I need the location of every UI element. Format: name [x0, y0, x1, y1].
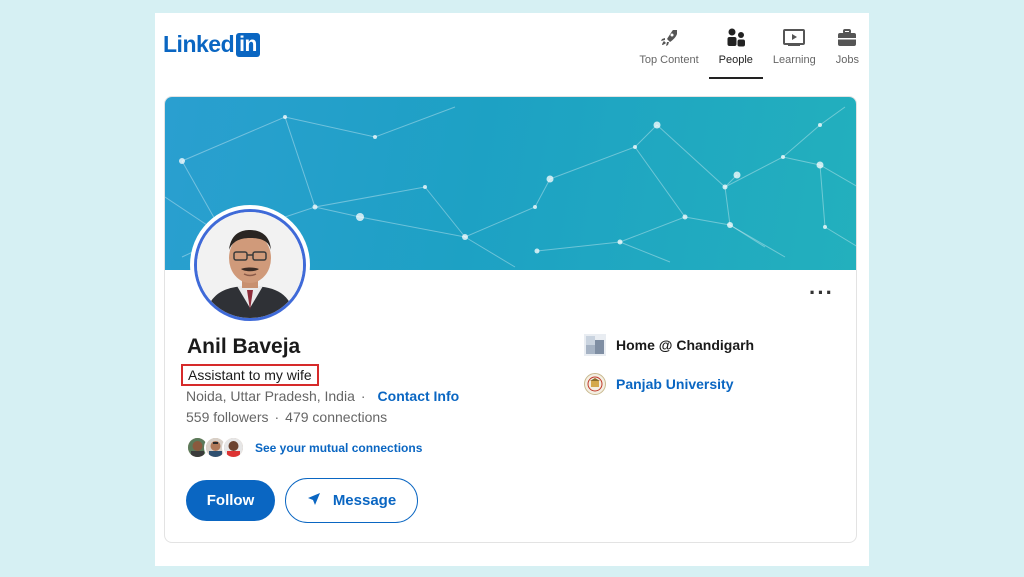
profile-frame: Linked in Top Content People Learning Jo…: [155, 13, 869, 566]
rocket-icon: [659, 26, 679, 50]
linkedin-logo[interactable]: Linked in: [163, 31, 260, 58]
profile-location: Noida, Uttar Pradesh, India · Contact Info: [186, 388, 459, 404]
headline-text: Assistant to my wife: [188, 367, 312, 383]
profile-name: Anil Baveja: [187, 335, 301, 358]
top-nav: Top Content People Learning Jobs: [629, 26, 869, 79]
school-text: Panjab University: [616, 376, 734, 392]
mutual-avatar: [222, 436, 245, 459]
avatar-photo: [194, 209, 306, 321]
send-icon: [307, 492, 321, 510]
logo-text: Linked: [163, 31, 235, 57]
current-workplace[interactable]: Home @ Chandigarh: [584, 334, 754, 356]
profile-card: ··· Anil Baveja Assistant to my wife Noi…: [164, 96, 857, 543]
university-seal-icon: [584, 373, 606, 395]
connections-count[interactable]: 479 connections: [285, 409, 387, 425]
profile-headline: Assistant to my wife: [181, 364, 319, 386]
people-icon: [725, 26, 747, 50]
nav-item-people[interactable]: People: [708, 26, 764, 79]
logo-box: in: [236, 32, 260, 57]
follow-button[interactable]: Follow: [186, 480, 275, 521]
mutual-connections[interactable]: See your mutual connections: [186, 436, 422, 459]
mutual-avatars: [186, 436, 245, 459]
nav-label: Top Content: [639, 54, 699, 66]
briefcase-icon: [837, 26, 857, 50]
more-options-icon[interactable]: ···: [809, 280, 834, 306]
profile-stats: 559 followers · 479 connections: [186, 409, 387, 425]
mutual-connections-link[interactable]: See your mutual connections: [255, 441, 422, 455]
separator-dot: ·: [360, 388, 366, 404]
workplace-text: Home @ Chandigarh: [616, 337, 755, 353]
message-label: Message: [332, 492, 397, 509]
nav-label: People: [718, 54, 753, 66]
avatar[interactable]: [190, 205, 310, 325]
separator-dot: ·: [274, 409, 280, 425]
followers-count[interactable]: 559 followers: [186, 409, 269, 425]
message-button[interactable]: Message: [285, 478, 418, 523]
company-icon: [584, 334, 606, 356]
education-school[interactable]: Panjab University: [584, 373, 734, 395]
nav-item-top-content[interactable]: Top Content: [629, 26, 708, 78]
nav-item-jobs[interactable]: Jobs: [826, 26, 869, 78]
play-icon: [783, 26, 806, 50]
location-text: Noida, Uttar Pradesh, India: [186, 388, 355, 404]
nav-label: Learning: [772, 54, 816, 66]
nav-label: Jobs: [835, 54, 859, 66]
nav-item-learning[interactable]: Learning: [763, 26, 826, 78]
contact-info-link[interactable]: Contact Info: [378, 388, 460, 404]
